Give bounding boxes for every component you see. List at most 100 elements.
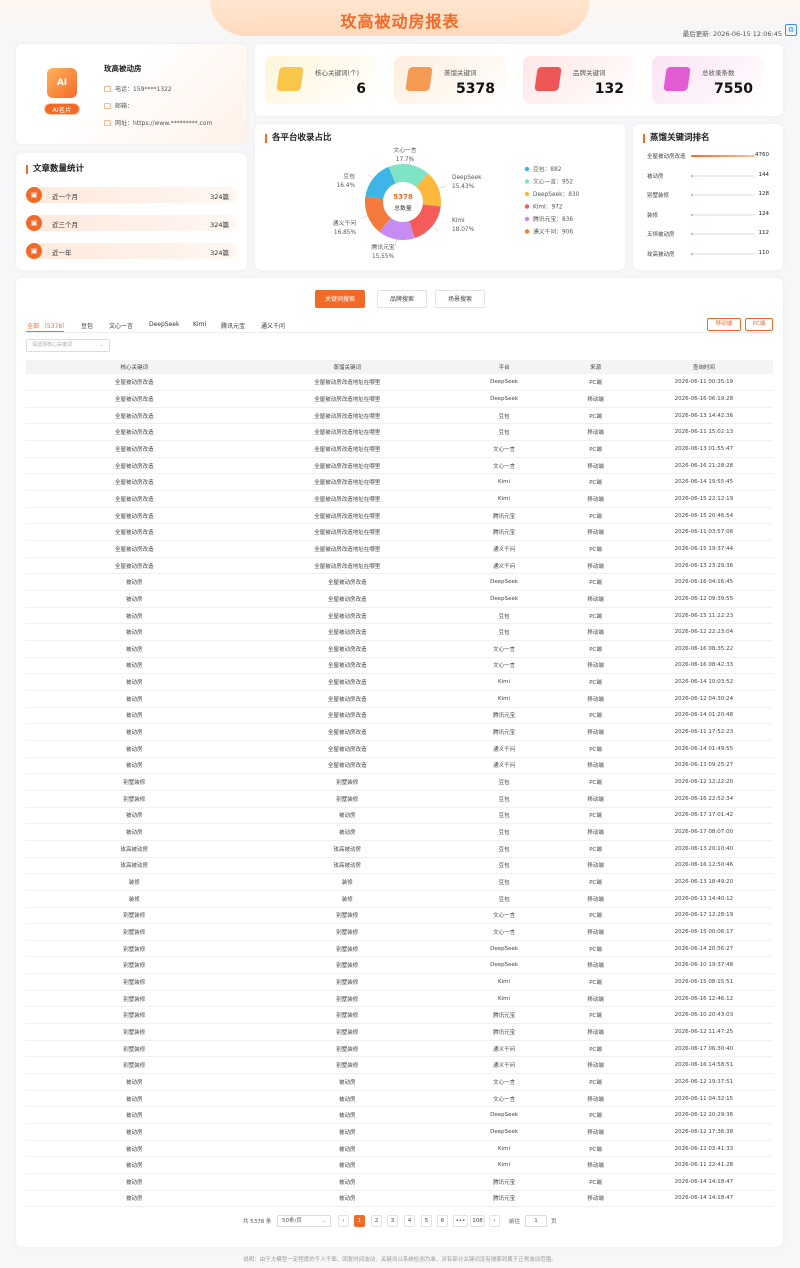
platform-tab-qianwen[interactable]: 通义千问 bbox=[261, 321, 285, 330]
table-cell: 被动房 bbox=[242, 1123, 452, 1141]
keyword-ranking-card: 蒸馏关键词排名 全屋被动房改造 4760 被动房 144 别墅装修 128 装修 124 五恒被… bbox=[633, 124, 783, 270]
pc-filter-button[interactable]: PC端 bbox=[745, 318, 773, 331]
tab-scene-search[interactable]: 场景搜索 bbox=[435, 290, 485, 308]
page-button[interactable]: 3 bbox=[387, 1215, 398, 1227]
core-keyword-select[interactable]: 请选择核心关键词 ⌄ bbox=[26, 339, 110, 352]
table-cell: 2026-06-17 06:30:40 bbox=[634, 1040, 773, 1058]
table-cell: 被动房 bbox=[26, 723, 243, 741]
platform-tab-doubao[interactable]: 豆包 bbox=[81, 321, 93, 330]
table-cell: 全屋被动房改造地址在哪里 bbox=[242, 374, 452, 392]
legend-item[interactable]: 通义千问：906 bbox=[533, 228, 573, 236]
page-button[interactable]: 5 bbox=[421, 1215, 432, 1227]
page-button[interactable]: 4 bbox=[404, 1215, 415, 1227]
table-cell: 2026-06-14 20:56:27 bbox=[634, 940, 773, 958]
stat-distilled-keywords: 蒸馏关键词 5378 bbox=[394, 56, 506, 104]
table-cell: 2026-06-14 10:03:52 bbox=[634, 673, 773, 691]
table-row: 别墅装修 别墅装修 Kimi 移动端 2026-06-16 12:46:12 bbox=[26, 990, 773, 1008]
table-row: 被动房 全屋被动房改造 DeepSeek 移动端 2026-06-12 09:39:55 bbox=[26, 590, 773, 608]
platform-tab-all[interactable]: 全部 （5378） bbox=[27, 321, 68, 330]
legend-item[interactable]: 腾讯元宝：836 bbox=[533, 215, 573, 223]
platform-tab-kimi[interactable]: Kimi bbox=[193, 321, 206, 328]
table-cell: 豆包 bbox=[451, 407, 557, 425]
ranking-bar-fill bbox=[691, 194, 693, 196]
table-cell: 被动房 bbox=[26, 1140, 243, 1158]
table-row: 别墅装修 别墅装修 文心一言 PC端 2026-06-17 12:28:19 bbox=[26, 907, 773, 925]
table-cell: 别墅装修 bbox=[26, 1040, 243, 1058]
last-updated: 最后更新: 2026-06-15 12:06:45 bbox=[682, 30, 782, 38]
ranking-keyword: 五恒被动房 bbox=[647, 232, 675, 238]
table-cell: PC端 bbox=[556, 1006, 635, 1025]
table-cell: 被动房 bbox=[26, 1190, 243, 1208]
table-cell: DeepSeek bbox=[451, 1123, 557, 1141]
slice-label: 文心一言 bbox=[393, 146, 416, 154]
leader-line bbox=[367, 173, 374, 179]
column-header: 核心关键词 bbox=[26, 360, 243, 374]
table-cell: 别墅装修 bbox=[242, 940, 452, 958]
legend-item[interactable]: Kimi：972 bbox=[533, 205, 563, 211]
page-button[interactable]: 108 bbox=[470, 1215, 485, 1227]
ranking-value: 128 bbox=[758, 191, 770, 197]
prev-page-button[interactable]: ‹ bbox=[338, 1215, 349, 1227]
table-cell: PC端 bbox=[556, 740, 635, 758]
legend-item[interactable]: DeepSeek：830 bbox=[533, 192, 580, 198]
table-cell: 全屋被动房改造地址在哪里 bbox=[242, 407, 452, 425]
table-cell: 2026-06-11 04:32:15 bbox=[634, 1090, 773, 1108]
table-cell: 别墅装修 bbox=[26, 1056, 243, 1075]
goto-page-input[interactable]: 1 bbox=[525, 1215, 547, 1227]
legend-item[interactable]: 文心一言：952 bbox=[533, 178, 573, 186]
donut-chart: 文心一言 17.7% DeepSeek 15.43% Kimi 18.07% 腾讯元宝 15.… bbox=[333, 146, 580, 260]
table-cell: 玫高被动房 bbox=[26, 840, 243, 858]
table-cell: 豆包 bbox=[451, 623, 557, 641]
table-cell: 玫高被动房 bbox=[26, 857, 243, 875]
phone-text: 电话：159****1322 bbox=[115, 86, 172, 93]
page-button[interactable]: 1 bbox=[354, 1215, 365, 1227]
table-cell: 别墅装修 bbox=[26, 923, 243, 941]
table-cell: 2026-06-15 19:37:44 bbox=[634, 540, 773, 558]
screenshot-icon[interactable]: ⧉ bbox=[785, 24, 797, 36]
table-cell: 通义千问 bbox=[451, 557, 557, 575]
table-cell: 全屋被动房改造 bbox=[26, 390, 243, 408]
platform-tab-wenxin[interactable]: 文心一言 bbox=[109, 321, 133, 330]
table-cell: 装修 bbox=[26, 873, 243, 891]
tab-brand-search[interactable]: 品牌搜索 bbox=[377, 290, 427, 308]
slice-label: 通义千问 bbox=[333, 219, 356, 227]
table-cell: PC端 bbox=[556, 1173, 635, 1191]
table-cell: PC端 bbox=[556, 773, 635, 791]
table-cell: 2026-06-12 22:23:04 bbox=[634, 623, 773, 641]
column-header: 查询时间 bbox=[634, 360, 773, 374]
table-cell: 腾讯元宝 bbox=[451, 507, 557, 525]
table-header-row: 核心关键词 蒸馏关键词 平台 来源 查询时间 bbox=[26, 360, 773, 374]
table-cell: 全屋被动房改造 bbox=[242, 690, 452, 708]
table-cell: 被动房 bbox=[26, 1173, 243, 1191]
table-cell: 别墅装修 bbox=[242, 907, 452, 925]
mobile-filter-button[interactable]: 移动端 bbox=[707, 318, 741, 331]
table-row: 被动房 被动房 豆包 移动端 2026-06-17 08:07:00 bbox=[26, 823, 773, 841]
page-button[interactable]: 2 bbox=[371, 1215, 382, 1227]
tab-keyword-search[interactable]: 关键词搜索 bbox=[315, 290, 365, 308]
page-size-select[interactable]: 50条/页 ⌄ bbox=[277, 1215, 331, 1227]
table-cell: 全屋被动房改造 bbox=[242, 673, 452, 691]
page-button[interactable]: ••• bbox=[453, 1215, 468, 1227]
next-page-button[interactable]: › bbox=[489, 1215, 500, 1227]
platform-share-card: 各平台收录占比 文心一言 17.7% DeepSeek 15.43% Kimi 18.07… bbox=[255, 124, 625, 270]
table-cell: 玫高被动房 bbox=[242, 840, 452, 858]
page-button[interactable]: 6 bbox=[437, 1215, 448, 1227]
platform-tab-yuanbao[interactable]: 腾讯元宝 bbox=[221, 321, 245, 330]
legend-item[interactable]: 豆包：882 bbox=[533, 165, 562, 173]
table-cell: 别墅装修 bbox=[242, 990, 452, 1008]
table-cell: 豆包 bbox=[451, 873, 557, 891]
table-cell: PC端 bbox=[556, 473, 635, 492]
table-cell: DeepSeek bbox=[451, 590, 557, 608]
table-cell: 全屋被动房改造 bbox=[26, 473, 243, 492]
platform-tab-deepseek[interactable]: DeepSeek bbox=[149, 321, 179, 328]
ranking-bar-fill bbox=[691, 233, 693, 235]
table-cell: 腾讯元宝 bbox=[451, 523, 557, 542]
ai-card-badge[interactable]: AI名片 bbox=[44, 103, 80, 115]
stat-value: 5378 bbox=[456, 81, 495, 97]
table-cell: 全屋被动房改造 bbox=[26, 557, 243, 575]
table-cell: 全屋被动房改造地址在哪里 bbox=[242, 540, 452, 558]
table-cell: 移动端 bbox=[556, 1156, 635, 1174]
calendar-icon: ▣ bbox=[26, 243, 42, 259]
table-cell: 通义千问 bbox=[451, 1056, 557, 1075]
count-row-month: ▣ 近一个月 324篇 bbox=[26, 187, 237, 203]
